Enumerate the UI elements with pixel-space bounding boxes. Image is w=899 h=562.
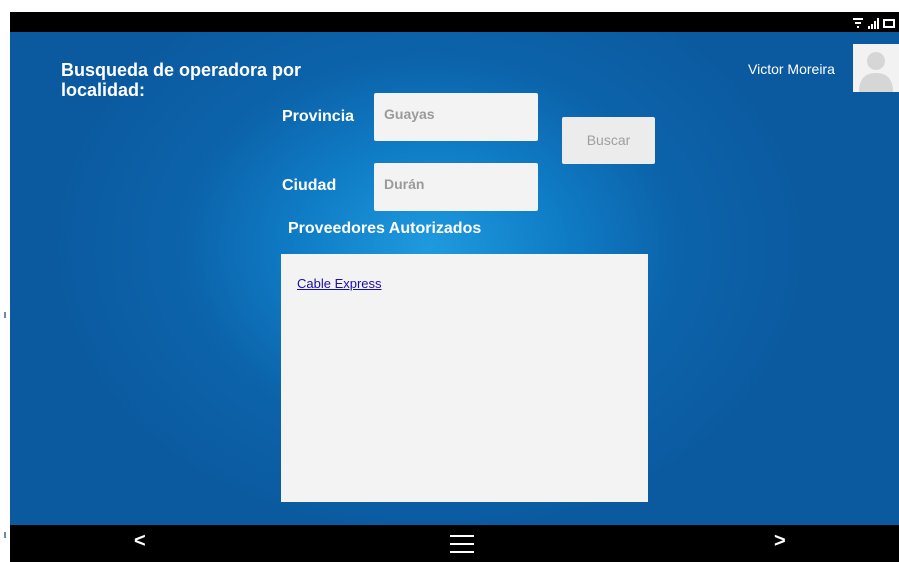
status-icons — [852, 15, 895, 29]
edge-marker — [4, 532, 6, 538]
results-heading: Proveedores Autorizados — [288, 220, 482, 237]
navigation-bar: < > — [10, 525, 899, 562]
forward-button[interactable]: > — [774, 530, 786, 553]
provincia-field[interactable]: Guayas — [374, 93, 538, 141]
app-screen: Busqueda de operadora por localidad: Vic… — [10, 32, 899, 525]
user-avatar-icon[interactable] — [853, 44, 899, 92]
provincia-label: Provincia — [282, 108, 355, 125]
search-button[interactable]: Buscar — [562, 117, 655, 164]
ciudad-label: Ciudad — [282, 177, 337, 194]
results-list: Cable Express — [281, 254, 648, 502]
result-link-cable-express[interactable]: Cable Express — [297, 276, 382, 291]
menu-icon[interactable] — [450, 535, 474, 555]
ciudad-field[interactable]: Durán — [374, 163, 538, 211]
battery-icon — [883, 19, 895, 28]
user-name: Victor Moreira — [748, 61, 835, 77]
tablet-frame: Busqueda de operadora por localidad: Vic… — [10, 12, 899, 562]
edge-marker — [4, 312, 6, 318]
status-bar — [10, 12, 899, 32]
left-window-edge — [0, 0, 10, 562]
back-button[interactable]: < — [134, 530, 146, 553]
wifi-icon — [852, 17, 864, 29]
signal-icon — [868, 17, 879, 29]
page-title: Busqueda de operadora por localidad: — [61, 60, 302, 100]
